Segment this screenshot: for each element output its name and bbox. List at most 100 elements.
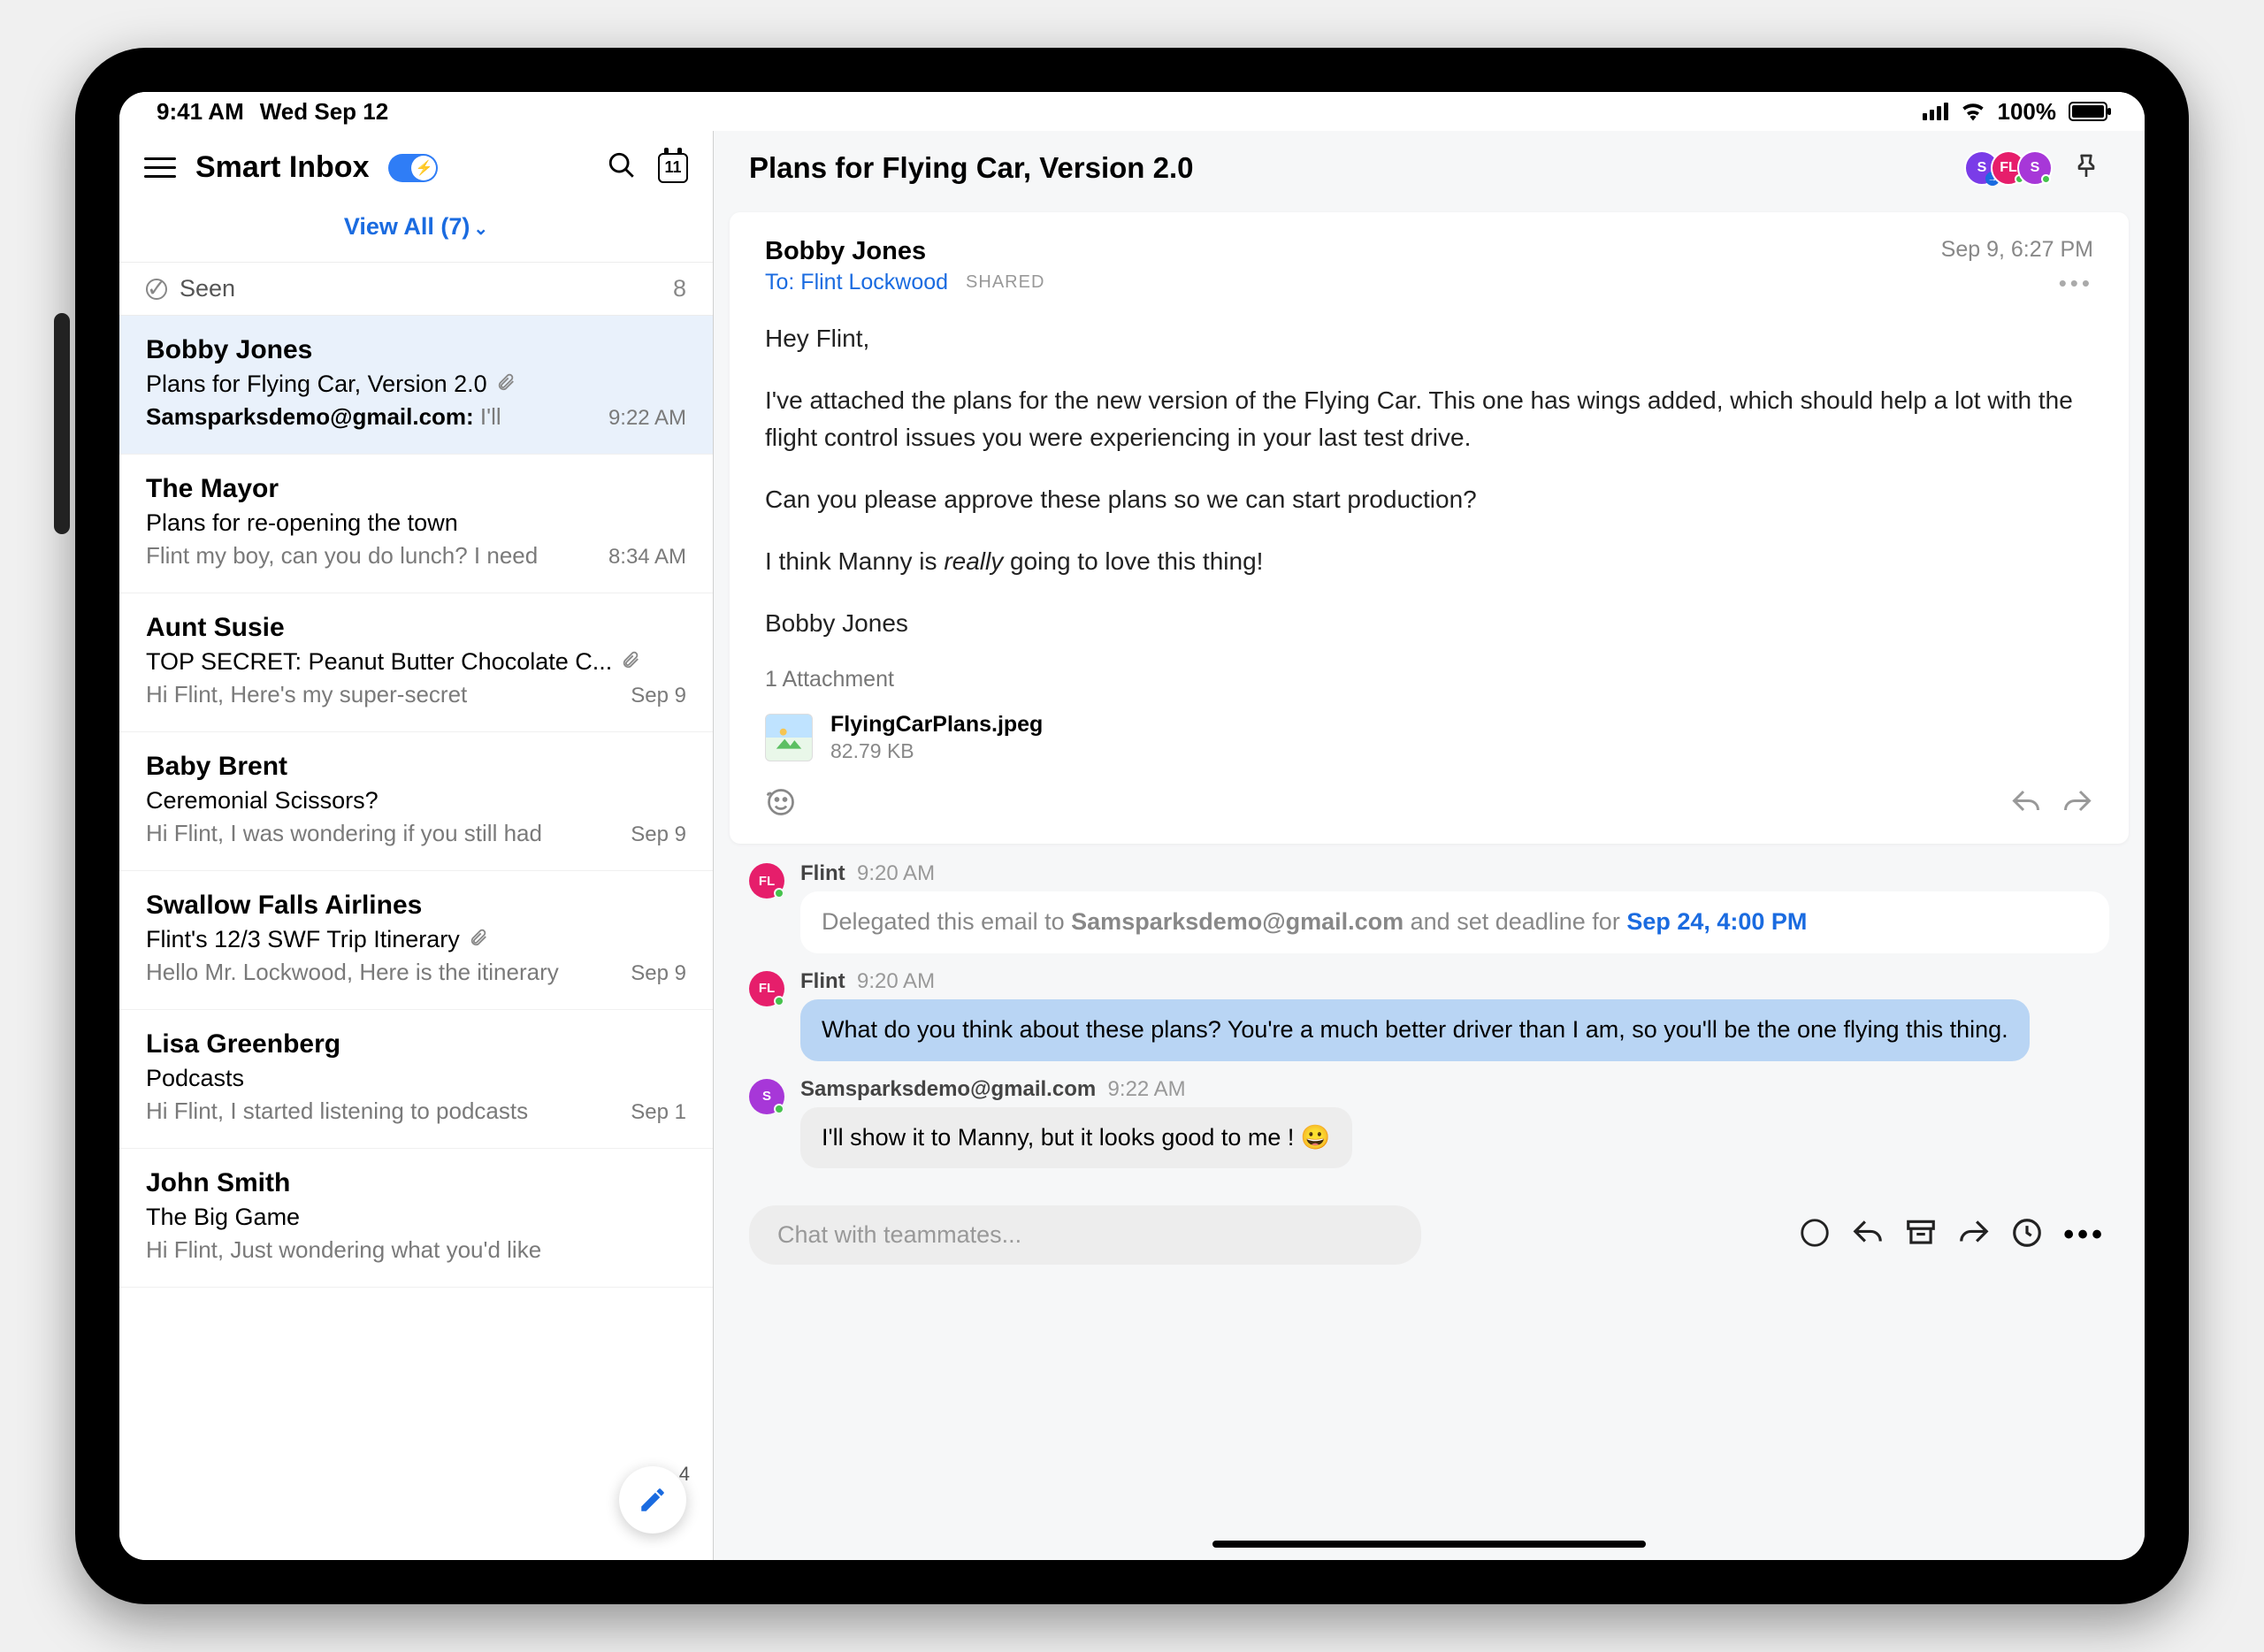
participant-avatar[interactable]: S (2017, 150, 2053, 186)
email-subject: Plans for re-opening the town (146, 509, 686, 537)
email-preview: Samsparksdemo@gmail.com: I'll (146, 403, 591, 431)
react-button[interactable] (765, 786, 797, 822)
email-preview: Hi Flint, Just wondering what you'd like (146, 1236, 686, 1264)
paperclip-icon (621, 648, 640, 676)
status-bar: 9:41 AM Wed Sep 12 100% (119, 92, 2145, 131)
chat-time: 9:20 AM (857, 969, 935, 993)
reply-button[interactable] (2010, 786, 2042, 822)
email-preview: Flint my boy, can you do lunch? I need (146, 542, 591, 570)
chat-thread: FL Flint 9:20 AM Delegated this email to S… (714, 861, 2145, 1193)
email-sender: Bobby Jones (146, 335, 686, 365)
status-time: 9:41 AM (157, 98, 244, 126)
compose-button[interactable]: 4 (619, 1466, 686, 1533)
email-sender: Swallow Falls Airlines (146, 891, 686, 921)
mark-read-button[interactable] (1798, 1216, 1832, 1254)
message-to[interactable]: To: Flint Lockwood (765, 270, 948, 295)
seen-section-header[interactable]: ✓ Seen 8 (119, 262, 713, 316)
compose-badge: 4 (679, 1463, 690, 1486)
chat-message: FL Flint 9:20 AM What do you think about t… (749, 969, 2109, 1061)
email-subject: Flint's 12/3 SWF Trip Itinerary (146, 926, 686, 953)
email-sender: Baby Brent (146, 752, 686, 782)
attachment-count: 1 Attachment (765, 667, 2093, 692)
email-time: Sep 1 (631, 1100, 686, 1125)
email-item[interactable]: Aunt Susie TOP SECRET: Peanut Butter Choc… (119, 593, 713, 732)
email-sender: Lisa Greenberg (146, 1029, 686, 1059)
email-time: Sep 9 (631, 684, 686, 708)
cellular-icon (1923, 103, 1948, 120)
message-date: Sep 9, 6:27 PM (1941, 237, 2093, 263)
chat-bubble: Delegated this email to Samsparksdemo@gm… (800, 891, 2109, 953)
inbox-title: Smart Inbox (195, 150, 369, 185)
email-item[interactable]: The Mayor Plans for re-opening the town Fl… (119, 455, 713, 593)
search-button[interactable] (607, 150, 637, 185)
calendar-button[interactable]: 11 (658, 153, 688, 183)
chat-input[interactable]: Chat with teammates... (749, 1205, 1421, 1265)
email-preview: Hi Flint, I was wondering if you still h… (146, 820, 613, 847)
chat-bubble: What do you think about these plans? You… (800, 999, 2030, 1061)
participant-avatars[interactable]: S→FLS (1964, 150, 2053, 186)
chat-message: S Samsparksdemo@gmail.com 9:22 AM I'll sho… (749, 1077, 2109, 1169)
email-time: Sep 9 (631, 961, 686, 986)
chat-bubble: I'll show it to Manny, but it looks good… (800, 1107, 1352, 1169)
main-panel: Plans for Flying Car, Version 2.0 S→FLS … (714, 131, 2145, 1560)
chat-avatar: FL (749, 971, 784, 1006)
more-toolbar-button[interactable]: ••• (2063, 1218, 2106, 1252)
email-preview: Hi Flint, I started listening to podcast… (146, 1098, 613, 1125)
wifi-icon (1961, 102, 1985, 121)
reply-toolbar-button[interactable] (1851, 1216, 1885, 1254)
email-subject: TOP SECRET: Peanut Butter Chocolate C... (146, 648, 686, 676)
email-preview: Hi Flint, Here's my super-secret (146, 681, 613, 708)
chat-message: FL Flint 9:20 AM Delegated this email to S… (749, 861, 2109, 953)
paperclip-icon (469, 926, 488, 953)
chat-avatar: S (749, 1079, 784, 1114)
check-circle-icon: ✓ (146, 279, 167, 300)
email-item[interactable]: Lisa Greenberg Podcasts Hi Flint, I starte… (119, 1010, 713, 1149)
shared-tag: SHARED (966, 272, 1044, 293)
email-item[interactable]: John Smith The Big Game Hi Flint, Just won… (119, 1149, 713, 1288)
email-time: Sep 9 (631, 822, 686, 847)
chat-author: Flint (800, 861, 845, 885)
sidebar: Smart Inbox ⚡ 11 View All (7)⌄ ✓ Seen 8 (119, 131, 714, 1560)
email-subject: Podcasts (146, 1065, 686, 1092)
email-item[interactable]: Baby Brent Ceremonial Scissors? Hi Flint, … (119, 732, 713, 871)
home-indicator[interactable] (1212, 1541, 1646, 1548)
email-item[interactable]: Swallow Falls Airlines Flint's 12/3 SWF T… (119, 871, 713, 1010)
forward-toolbar-button[interactable] (1957, 1216, 1991, 1254)
chevron-down-icon: ⌄ (473, 219, 488, 239)
archive-button[interactable] (1904, 1216, 1938, 1254)
email-subject: Ceremonial Scissors? (146, 787, 686, 815)
message-body: Hey Flint,I've attached the plans for th… (765, 320, 2093, 642)
email-list: Bobby Jones Plans for Flying Car, Version… (119, 316, 713, 1560)
pin-button[interactable] (2072, 152, 2100, 185)
email-item[interactable]: Bobby Jones Plans for Flying Car, Version… (119, 316, 713, 455)
email-sender: Aunt Susie (146, 613, 686, 643)
email-sender: The Mayor (146, 474, 686, 504)
email-time: 8:34 AM (608, 545, 686, 570)
snooze-button[interactable] (2010, 1216, 2044, 1254)
attachment-item[interactable]: FlyingCarPlans.jpeg 82.79 KB (765, 705, 2093, 770)
thread-title: Plans for Flying Car, Version 2.0 (749, 151, 1964, 185)
chat-avatar: FL (749, 863, 784, 899)
email-subject: Plans for Flying Car, Version 2.0 (146, 371, 686, 398)
battery-icon (2069, 102, 2107, 121)
attachment-name: FlyingCarPlans.jpeg (830, 712, 1043, 738)
email-sender: John Smith (146, 1168, 686, 1198)
paperclip-icon (496, 371, 516, 398)
attachment-size: 82.79 KB (830, 739, 1043, 763)
smart-toggle[interactable]: ⚡ (388, 154, 438, 182)
view-all-button[interactable]: View All (7)⌄ (119, 197, 713, 262)
forward-button[interactable] (2061, 786, 2093, 822)
image-file-icon (765, 714, 813, 761)
email-preview: Hello Mr. Lockwood, Here is the itinerar… (146, 959, 613, 986)
email-subject: The Big Game (146, 1204, 686, 1231)
message-from: Bobby Jones (765, 237, 1941, 266)
status-date: Wed Sep 12 (260, 98, 388, 126)
chat-time: 9:20 AM (857, 861, 935, 885)
menu-button[interactable] (144, 157, 176, 178)
message-card: Bobby Jones To: Flint Lockwood SHARED Se… (730, 212, 2129, 844)
chat-time: 9:22 AM (1108, 1077, 1186, 1101)
email-time: 9:22 AM (608, 406, 686, 431)
message-more-button[interactable]: ••• (1941, 270, 2093, 297)
chat-author: Flint (800, 969, 845, 993)
chat-author: Samsparksdemo@gmail.com (800, 1077, 1096, 1101)
